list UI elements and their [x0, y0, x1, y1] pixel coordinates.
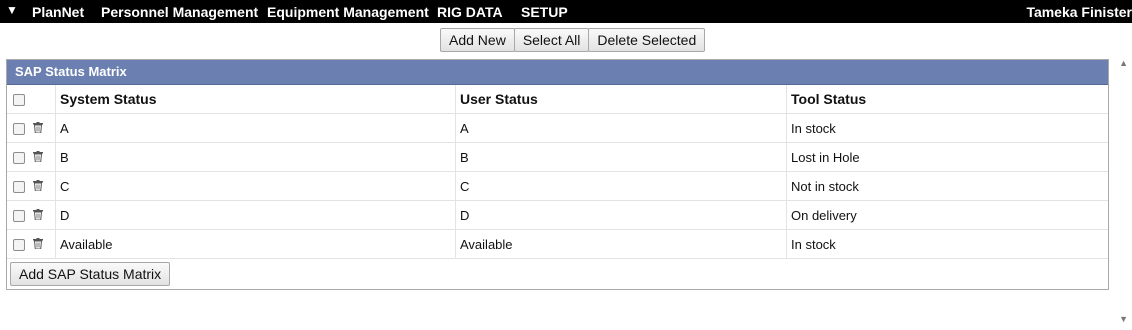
sap-status-matrix-panel: SAP Status Matrix System Status User Sta…: [6, 59, 1109, 290]
cell-tool-status: In stock: [786, 229, 1108, 259]
top-nav: ▼ PlanNet Personnel Management Equipment…: [0, 0, 1132, 23]
add-sap-status-matrix-button[interactable]: Add SAP Status Matrix: [10, 262, 171, 286]
row-checkbox[interactable]: [13, 122, 25, 135]
cell-tool-status: Lost in Hole: [786, 142, 1108, 172]
status-table: System Status User Status Tool Status AA…: [7, 85, 1108, 259]
cell-tool-status: Not in stock: [786, 171, 1108, 201]
select-all-cell: [7, 85, 56, 114]
select-all-checkbox[interactable]: [13, 94, 25, 107]
cell-tool-status: In stock: [786, 113, 1108, 143]
table-row: D D On delivery: [7, 200, 1108, 230]
column-header-tool-status: Tool Status: [786, 85, 1108, 114]
trash-icon[interactable]: [33, 150, 43, 165]
table-row: B B Lost in Hole: [7, 142, 1108, 172]
cell-system-status: C: [55, 171, 456, 201]
cell-tool-status: On delivery: [786, 200, 1108, 230]
row-actions-cell: [7, 171, 56, 201]
panel-title: SAP Status Matrix: [7, 60, 1108, 85]
cell-user-status: C: [455, 171, 787, 201]
nav-personnel-management[interactable]: Personnel Management: [101, 4, 258, 20]
nav-rig-data[interactable]: RIG DATA: [437, 4, 503, 20]
cell-user-status: Available: [455, 229, 787, 259]
trash-icon[interactable]: [33, 208, 43, 223]
add-new-button[interactable]: Add New: [440, 28, 515, 52]
table-row: C C Not in stock: [7, 171, 1108, 201]
nav-equipment-management[interactable]: Equipment Management: [267, 4, 429, 20]
cell-system-status: D: [55, 200, 456, 230]
trash-icon[interactable]: [33, 237, 43, 252]
row-checkbox[interactable]: [13, 238, 25, 251]
table-row: A A In stock: [7, 113, 1108, 143]
scroll-up-arrow-icon[interactable]: ▲: [1119, 58, 1128, 68]
nav-setup[interactable]: SETUP: [521, 4, 568, 20]
trash-icon[interactable]: [33, 121, 43, 136]
toolbar: Add New Select All Delete Selected: [440, 28, 706, 52]
table-header-row: System Status User Status Tool Status: [7, 85, 1108, 114]
cell-user-status: A: [455, 113, 787, 143]
cell-system-status: B: [55, 142, 456, 172]
scroll-down-arrow-icon[interactable]: ▼: [1119, 314, 1128, 324]
row-actions-cell: [7, 142, 56, 172]
delete-selected-button[interactable]: Delete Selected: [588, 28, 706, 52]
cell-user-status: D: [455, 200, 787, 230]
cell-system-status: Available: [55, 229, 456, 259]
table-row: Available Available In stock: [7, 229, 1108, 259]
trash-icon[interactable]: [33, 179, 43, 194]
caret-down-icon[interactable]: ▼: [6, 3, 18, 17]
row-actions-cell: [7, 229, 56, 259]
cell-system-status: A: [55, 113, 456, 143]
nav-plannet[interactable]: PlanNet: [32, 4, 84, 20]
column-header-user-status: User Status: [455, 85, 787, 114]
column-header-system-status: System Status: [55, 85, 456, 114]
user-name[interactable]: Tameka Finister: [1026, 4, 1132, 20]
select-all-button[interactable]: Select All: [513, 28, 590, 52]
cell-user-status: B: [455, 142, 787, 172]
table-body: A A In stock B B Lost in Hole C C Not in stock D D…: [7, 113, 1108, 259]
row-actions-cell: [7, 200, 56, 230]
row-checkbox[interactable]: [13, 209, 25, 222]
row-checkbox[interactable]: [13, 151, 25, 164]
row-actions-cell: [7, 113, 56, 143]
row-checkbox[interactable]: [13, 180, 25, 193]
